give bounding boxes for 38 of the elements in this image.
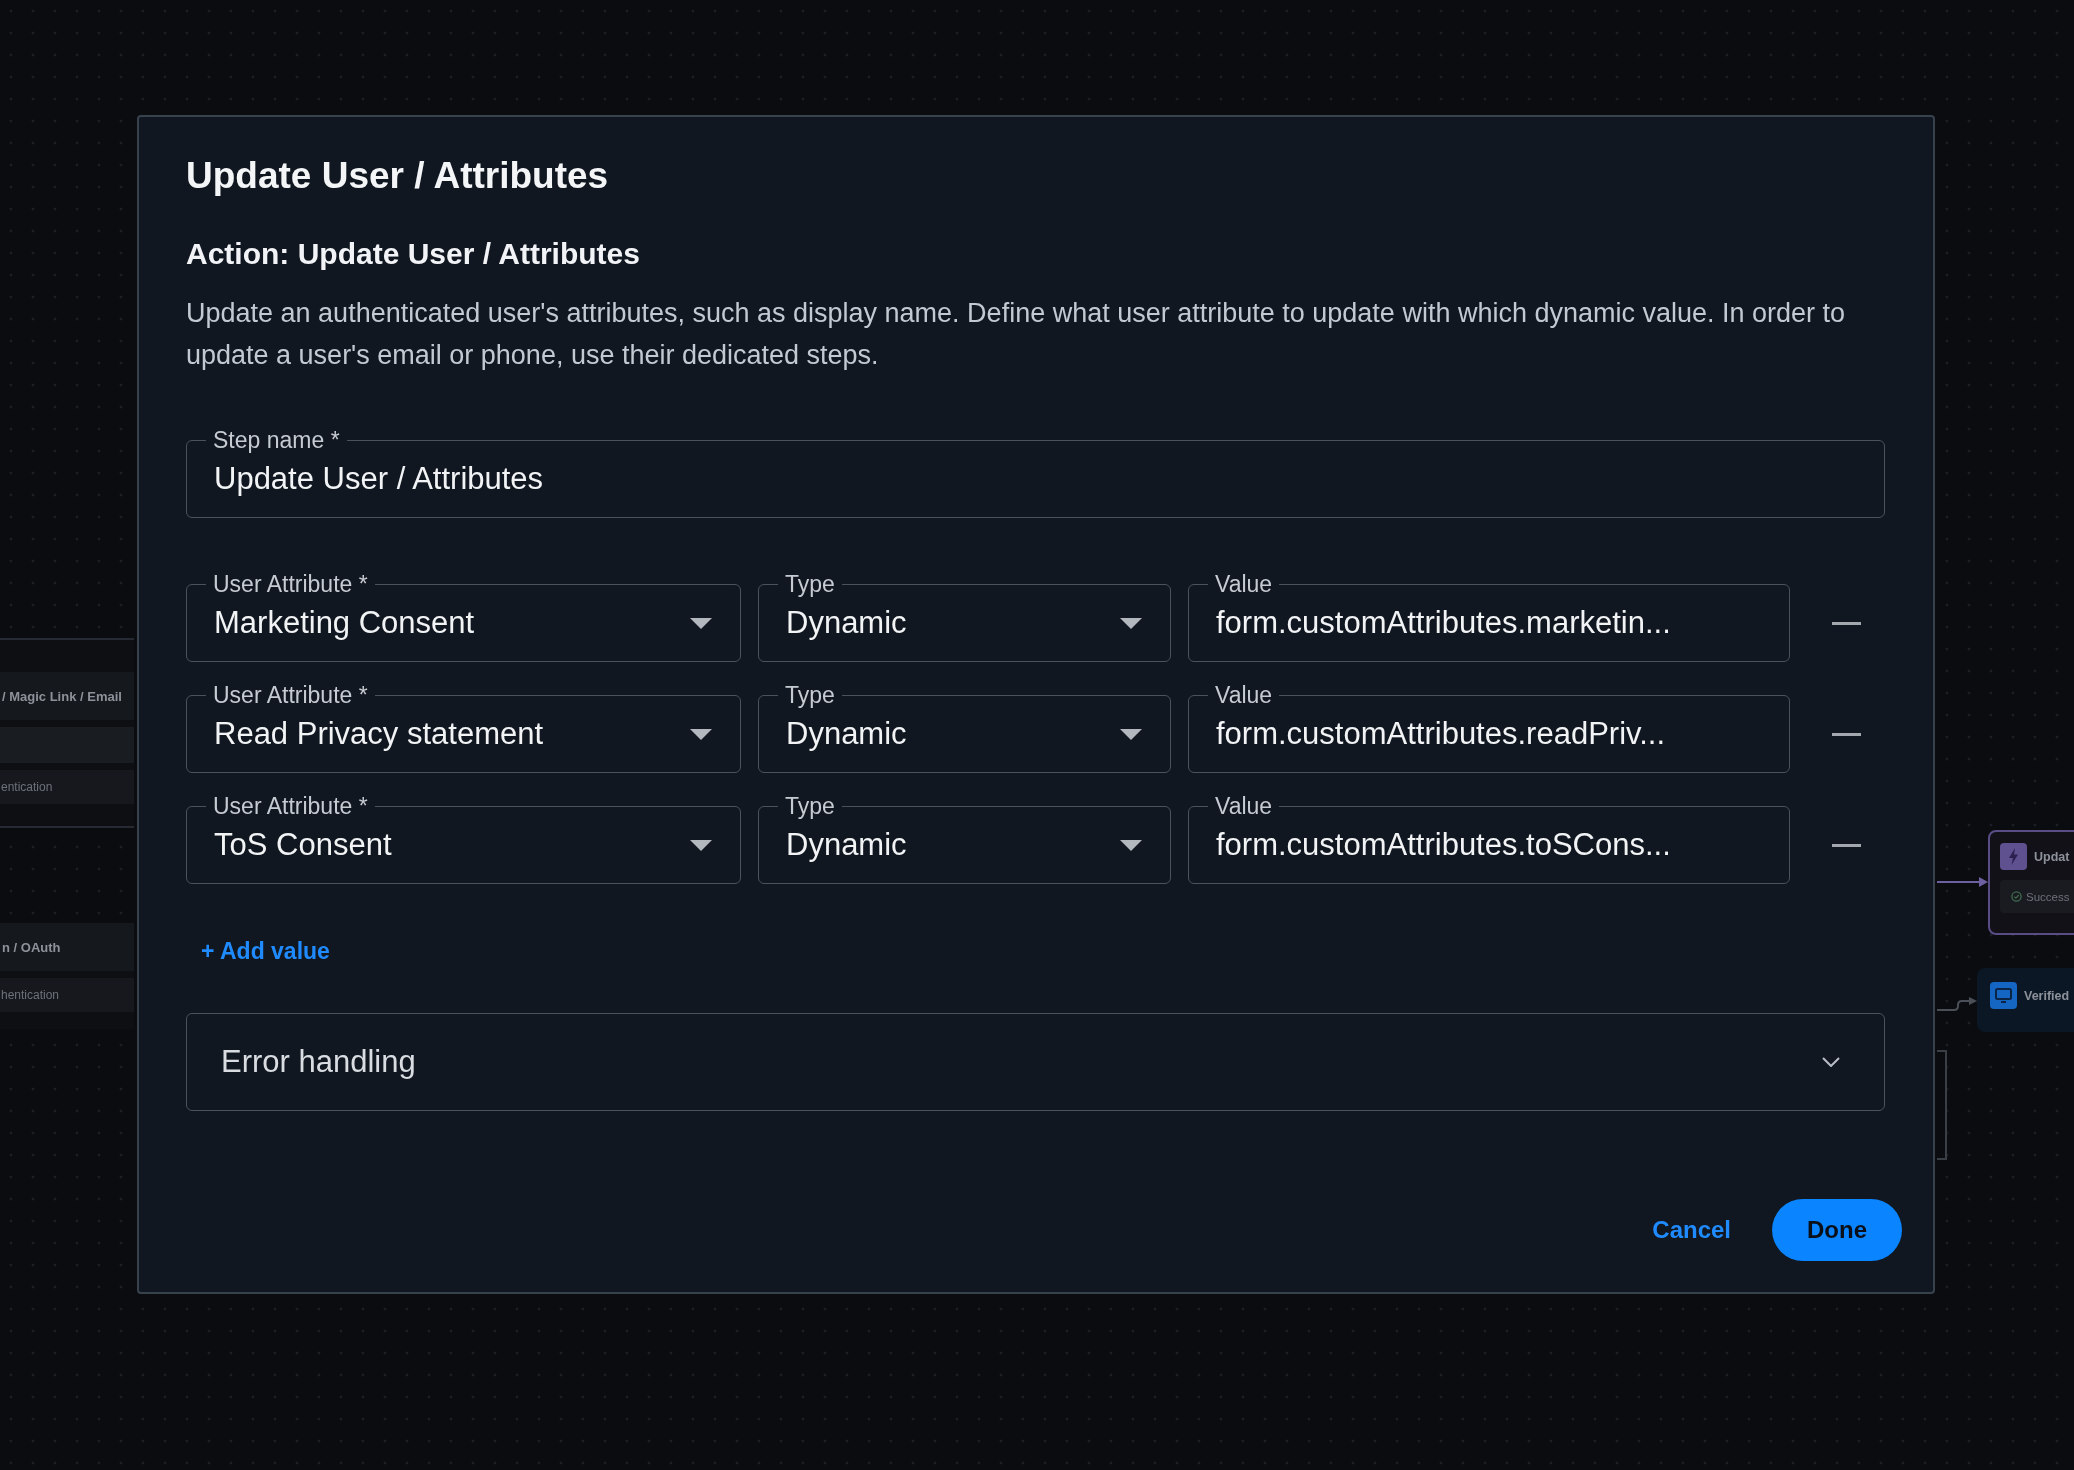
field-value: Dynamic: [786, 604, 907, 642]
node-title: Verified: [2024, 988, 2070, 1003]
add-value-button[interactable]: + Add value: [201, 937, 330, 966]
caret-icon: [690, 728, 712, 740]
field-value: Dynamic: [786, 715, 907, 753]
node-title: Updat: [2034, 849, 2070, 864]
description-text: Update an authenticated user's attributes, such as display name. Define what user attribute to update with which dynamic value. In order to update a user's email or phone, use their dedicated steps.: [186, 297, 1847, 372]
field-value: Marketing Consent: [214, 604, 475, 642]
outcome-label: Success: [2026, 890, 2070, 903]
monitor-icon: [1990, 982, 2017, 1009]
dialog-title: Update User / Attributes: [186, 154, 610, 198]
connector-arrow: [1937, 996, 1977, 1014]
node-title: n / OAuth: [2, 939, 61, 955]
caret-icon: [1120, 728, 1142, 740]
field-value: ToS Consent: [214, 826, 392, 864]
field-value: form.customAttributes.toSCons...: [1216, 826, 1671, 864]
field-value: form.customAttributes.readPriv...: [1216, 715, 1666, 753]
minus-icon: [1831, 621, 1861, 625]
caret-icon: [690, 839, 712, 851]
node-title: / Magic Link / Email: [2, 688, 122, 704]
caret-icon: [690, 617, 712, 629]
cancel-button[interactable]: Cancel: [1640, 1199, 1743, 1261]
done-button[interactable]: Done: [1772, 1199, 1902, 1261]
lightning-icon: [2000, 843, 2027, 870]
field-value: Read Privacy statement: [214, 715, 544, 753]
section-heading: Action: Update User / Attributes: [186, 236, 641, 272]
minus-icon: [1831, 843, 1861, 847]
error-handling-accordion[interactable]: Error handling: [186, 1013, 1885, 1111]
outcome-label: hentication: [1, 988, 60, 1002]
check-circle-icon: [2011, 891, 2022, 902]
caret-icon: [1120, 839, 1142, 851]
field-value: Update User / Attributes: [214, 460, 544, 498]
field-value: form.customAttributes.marketin...: [1216, 604, 1671, 642]
connector-arrow: [1937, 876, 1988, 888]
field-value: Dynamic: [786, 826, 907, 864]
outcome-label: entication: [1, 780, 53, 794]
minus-icon: [1831, 732, 1861, 736]
caret-icon: [1120, 617, 1142, 629]
